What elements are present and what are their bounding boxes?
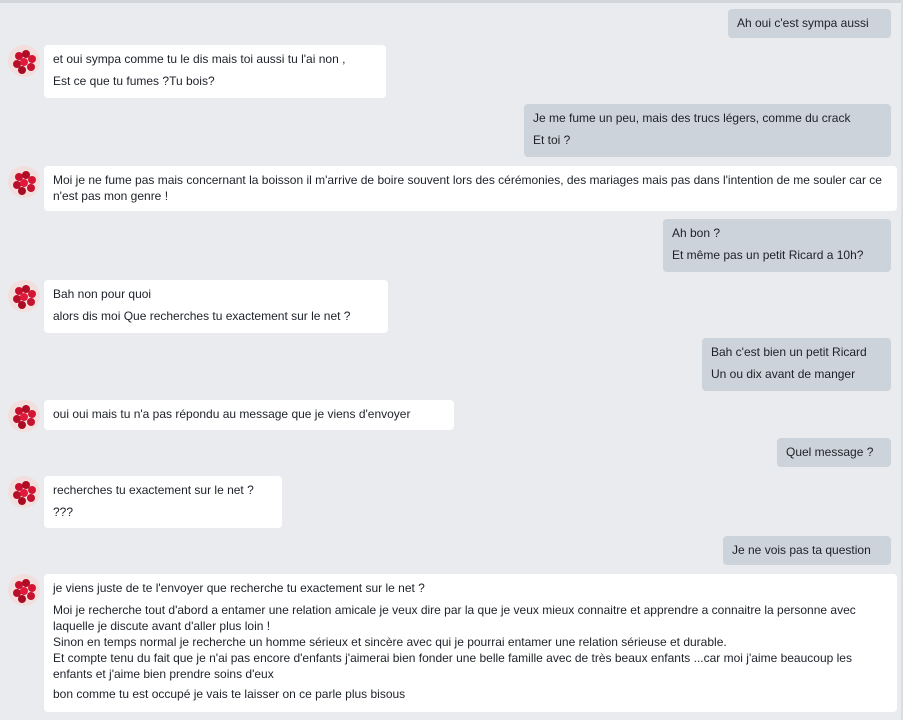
message-outgoing: Ah bon ? Et même pas un petit Ricard a 1… xyxy=(663,219,891,272)
raspberry-avatar-icon xyxy=(8,166,40,198)
message-outgoing: Je me fume un peu, mais des trucs légers… xyxy=(524,104,891,157)
message-outgoing: Quel message ? xyxy=(777,438,891,467)
avatar[interactable] xyxy=(8,574,40,606)
message-outgoing: Je ne vois pas ta question xyxy=(723,536,891,565)
raspberry-avatar-icon xyxy=(8,45,40,77)
message-text: Moi je ne fume pas mais concernant la bo… xyxy=(53,173,882,203)
message-thread: Ah oui c'est sympa aussi et oui sympa co… xyxy=(0,0,903,720)
message-incoming: Moi je ne fume pas mais concernant la bo… xyxy=(44,166,897,211)
avatar[interactable] xyxy=(8,166,40,198)
message-text: bon comme tu est occupé je vais te laiss… xyxy=(53,687,406,701)
message-text: ??? xyxy=(53,505,74,519)
raspberry-avatar-icon xyxy=(8,574,40,606)
message-text: Est ce que tu fumes ?Tu bois? xyxy=(53,74,215,88)
message-text: Quel message ? xyxy=(786,445,874,459)
avatar[interactable] xyxy=(8,280,40,312)
message-text: oui oui mais tu n'a pas répondu au messa… xyxy=(53,407,411,421)
message-text: Ah bon ? xyxy=(672,226,721,240)
raspberry-avatar-icon xyxy=(8,400,40,432)
message-text: Je ne vois pas ta question xyxy=(732,543,871,557)
message-text: Bah c'est bien un petit Ricard xyxy=(711,345,867,359)
avatar[interactable] xyxy=(8,476,40,508)
message-text: Et toi ? xyxy=(533,133,571,147)
raspberry-avatar-icon xyxy=(8,280,40,312)
message-text: recherches tu exactement sur le net ? xyxy=(53,483,254,497)
message-incoming: je viens juste de te l'envoyer que reche… xyxy=(44,574,897,712)
message-text: alors dis moi Que recherches tu exacteme… xyxy=(53,309,351,323)
message-outgoing: Bah c'est bien un petit Ricard Un ou dix… xyxy=(702,338,891,391)
message-text: Ah oui c'est sympa aussi xyxy=(737,16,869,30)
message-text: Je me fume un peu, mais des trucs légers… xyxy=(533,111,851,125)
message-text: et oui sympa comme tu le dis mais toi au… xyxy=(53,52,346,66)
message-text: Bah non pour quoi xyxy=(53,287,152,301)
message-text: Un ou dix avant de manger xyxy=(711,367,856,381)
avatar[interactable] xyxy=(8,400,40,432)
message-incoming: oui oui mais tu n'a pas répondu au messa… xyxy=(44,400,454,430)
message-outgoing: Ah oui c'est sympa aussi xyxy=(728,9,891,38)
message-incoming: et oui sympa comme tu le dis mais toi au… xyxy=(44,45,386,98)
message-text: Et même pas un petit Ricard a 10h? xyxy=(672,248,864,262)
message-text: je viens juste de te l'envoyer que reche… xyxy=(53,581,425,595)
avatar[interactable] xyxy=(8,45,40,77)
message-text: Moi je recherche tout d'abord a entamer … xyxy=(53,603,856,681)
message-incoming: recherches tu exactement sur le net ? ??… xyxy=(44,476,282,528)
raspberry-avatar-icon xyxy=(8,476,40,508)
message-incoming: Bah non pour quoi alors dis moi Que rech… xyxy=(44,280,388,333)
